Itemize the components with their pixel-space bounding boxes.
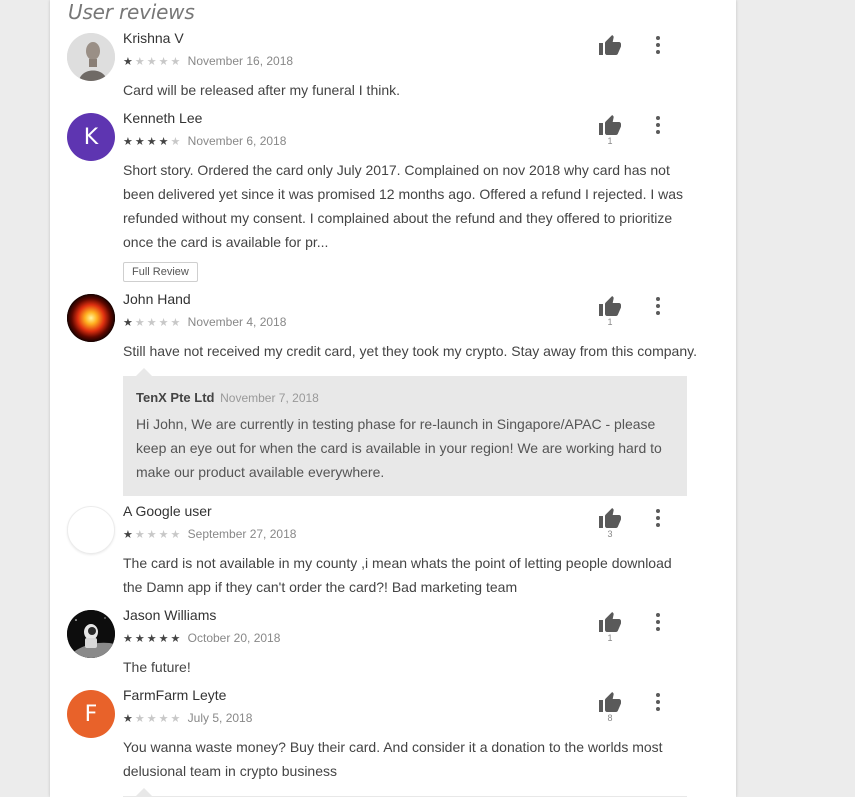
reviews-panel: User reviews Krishna V ★★★★★ November 16… bbox=[50, 0, 736, 797]
review-text: Still have not received my credit card, … bbox=[123, 343, 697, 359]
helpful-count: 1 bbox=[607, 317, 613, 327]
review-meta: ★★★★★ July 5, 2018 bbox=[123, 711, 252, 725]
more-vert-icon[interactable] bbox=[650, 507, 666, 529]
avatar-photo bbox=[67, 294, 115, 342]
review-date: July 5, 2018 bbox=[187, 711, 253, 725]
review-text: The card is not available in my county ,… bbox=[123, 555, 672, 595]
review-meta: ★★★★★ November 4, 2018 bbox=[123, 315, 286, 329]
rating-stars: ★★★★★ bbox=[123, 136, 183, 148]
avatar bbox=[67, 294, 115, 342]
review-text: Short story. Ordered the card only July … bbox=[123, 162, 684, 250]
rating-stars: ★★★★★ bbox=[123, 713, 183, 725]
more-vert-icon[interactable] bbox=[650, 691, 666, 713]
avatar bbox=[67, 33, 115, 81]
review-date: September 27, 2018 bbox=[187, 527, 297, 541]
developer-reply: TenX Pte Ltd November 7, 2018 Hi John, W… bbox=[123, 368, 687, 496]
avatar bbox=[67, 610, 115, 658]
review-author[interactable]: Jason Williams bbox=[123, 607, 216, 623]
review-text: You wanna waste money? Buy their card. A… bbox=[123, 739, 663, 779]
reply-text: Hi John, We are currently in testing pha… bbox=[136, 416, 662, 480]
rating-stars: ★★★★★ bbox=[123, 317, 183, 329]
review-text: Card will be released after my funeral I… bbox=[123, 82, 401, 98]
rating-stars: ★★★★★ bbox=[123, 529, 183, 541]
helpful-count: 8 bbox=[607, 713, 613, 723]
reply-author: TenX Pte Ltd bbox=[136, 390, 215, 405]
review-meta: ★★★★★ October 20, 2018 bbox=[123, 631, 280, 645]
avatar: F bbox=[67, 690, 115, 738]
avatar-photo bbox=[67, 33, 115, 81]
thumbs-up-icon[interactable] bbox=[598, 34, 622, 58]
avatar-photo bbox=[67, 610, 115, 658]
review-author[interactable]: A Google user bbox=[123, 503, 212, 519]
thumbs-up-icon[interactable] bbox=[598, 507, 622, 531]
review-date: October 20, 2018 bbox=[187, 631, 281, 645]
avatar bbox=[67, 506, 115, 554]
review-meta: ★★★★★ November 6, 2018 bbox=[123, 134, 286, 148]
more-vert-icon[interactable] bbox=[650, 295, 666, 317]
review-author[interactable]: John Hand bbox=[123, 291, 191, 307]
rating-stars: ★★★★★ bbox=[123, 633, 183, 645]
review-date: November 16, 2018 bbox=[187, 54, 294, 68]
more-vert-icon[interactable] bbox=[650, 611, 666, 633]
review-text: The future! bbox=[123, 659, 191, 675]
thumbs-up-icon[interactable] bbox=[598, 611, 622, 635]
avatar-letter: K bbox=[83, 124, 99, 150]
review-meta: ★★★★★ September 27, 2018 bbox=[123, 527, 296, 541]
review-date: November 4, 2018 bbox=[187, 315, 287, 329]
review-author[interactable]: Kenneth Lee bbox=[123, 110, 202, 126]
section-title: User reviews bbox=[68, 0, 195, 24]
helpful-count: 3 bbox=[607, 529, 613, 539]
review-meta: ★★★★★ November 16, 2018 bbox=[123, 54, 293, 68]
review-author[interactable]: FarmFarm Leyte bbox=[123, 687, 226, 703]
helpful-count: 1 bbox=[607, 136, 613, 146]
rating-stars: ★★★★★ bbox=[123, 56, 183, 68]
review-author[interactable]: Krishna V bbox=[123, 30, 184, 46]
more-vert-icon[interactable] bbox=[650, 34, 666, 56]
helpful-count: 1 bbox=[607, 633, 613, 643]
reply-date: November 7, 2018 bbox=[220, 391, 319, 405]
thumbs-up-icon[interactable] bbox=[598, 114, 622, 138]
avatar: K bbox=[67, 113, 115, 161]
full-review-button[interactable]: Full Review bbox=[123, 262, 198, 282]
avatar-letter: F bbox=[84, 701, 98, 727]
reply-header: TenX Pte Ltd November 7, 2018 bbox=[136, 390, 319, 405]
thumbs-up-icon[interactable] bbox=[598, 691, 622, 715]
more-vert-icon[interactable] bbox=[650, 114, 666, 136]
review-date: November 6, 2018 bbox=[187, 134, 287, 148]
thumbs-up-icon[interactable] bbox=[598, 295, 622, 319]
